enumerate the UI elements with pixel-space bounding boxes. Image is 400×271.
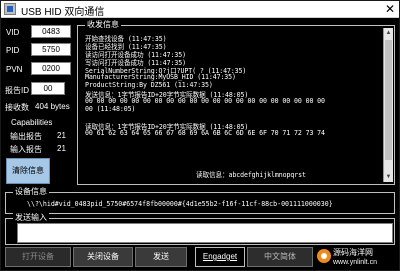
output-report-label: 输出报告 bbox=[10, 132, 42, 141]
app-icon bbox=[4, 3, 16, 15]
output-report-value: 21 bbox=[57, 131, 66, 140]
log-line: 00 (11:48:05) bbox=[85, 105, 136, 113]
bytes-received-label: 接收数 bbox=[5, 103, 29, 112]
log-line: ProductString:By DZ561 (11:47:35) bbox=[85, 81, 213, 89]
close-icon[interactable]: ✕ bbox=[383, 2, 397, 16]
device-path: \\?\hid#vid_0483pid_5750#6574f8fb00000#{… bbox=[27, 200, 333, 208]
watermark-text: 源码海洋网 bbox=[333, 248, 373, 257]
receive-group-title: 收发信息 bbox=[85, 19, 121, 30]
report-id-field[interactable]: 00 bbox=[31, 82, 65, 95]
log-scrollbar[interactable]: ▲ ▼ bbox=[383, 28, 393, 182]
capabilities-label: Capabilities bbox=[11, 118, 53, 127]
bytes-received-value: 404 bytes bbox=[35, 102, 70, 111]
vid-field[interactable]: 0483 bbox=[31, 25, 71, 38]
pvn-field[interactable]: 0200 bbox=[31, 62, 71, 75]
window-title: USB HID 双向通信 bbox=[21, 7, 105, 18]
device-info-title: 设备信息 bbox=[13, 186, 49, 197]
title-bar[interactable]: USB HID 双向通信 ✕ bbox=[1, 1, 399, 18]
scroll-thumb[interactable] bbox=[385, 40, 392, 160]
clear-info-button[interactable]: 清除信息 bbox=[6, 158, 50, 184]
app-window: USB HID 双向通信 ✕ VID 0483 PID 5750 PVN 020… bbox=[0, 0, 400, 271]
send-button[interactable]: 发送 bbox=[135, 247, 187, 267]
report-id-label: 报告ID bbox=[5, 86, 29, 95]
input-report-value: 21 bbox=[57, 144, 66, 153]
watermark-url: www.ynlinlt.cn bbox=[333, 259, 377, 266]
english-button[interactable]: Engadget bbox=[195, 247, 245, 267]
pid-label: PID bbox=[6, 46, 20, 55]
scroll-down-icon[interactable]: ▼ bbox=[384, 172, 393, 182]
vid-label: VID bbox=[6, 28, 20, 37]
watermark-logo-icon bbox=[317, 249, 331, 263]
log-line: 读取信息：abcdefghijklmnopqrst bbox=[196, 171, 306, 179]
language-button[interactable]: 中文简体 bbox=[247, 247, 313, 267]
open-device-button[interactable]: 打开设备 bbox=[5, 247, 71, 267]
pvn-label: PVN bbox=[6, 65, 23, 74]
send-input[interactable] bbox=[17, 223, 393, 243]
log-line: ManufacturerString:MyUSB_HID (11:47:35) bbox=[85, 73, 236, 81]
input-report-label: 输入报告 bbox=[10, 145, 42, 154]
scroll-up-icon[interactable]: ▲ bbox=[384, 28, 393, 38]
pid-field[interactable]: 5750 bbox=[31, 43, 71, 56]
log-line: 00 00 00 00 00 00 00 00 00 00 00 00 00 0… bbox=[85, 97, 325, 105]
close-device-button[interactable]: 关闭设备 bbox=[73, 247, 133, 267]
log-line: 00 61 62 63 64 65 66 67 68 69 6A 6B 6C 6… bbox=[85, 129, 325, 137]
send-input-title: 发送输入 bbox=[13, 212, 49, 223]
